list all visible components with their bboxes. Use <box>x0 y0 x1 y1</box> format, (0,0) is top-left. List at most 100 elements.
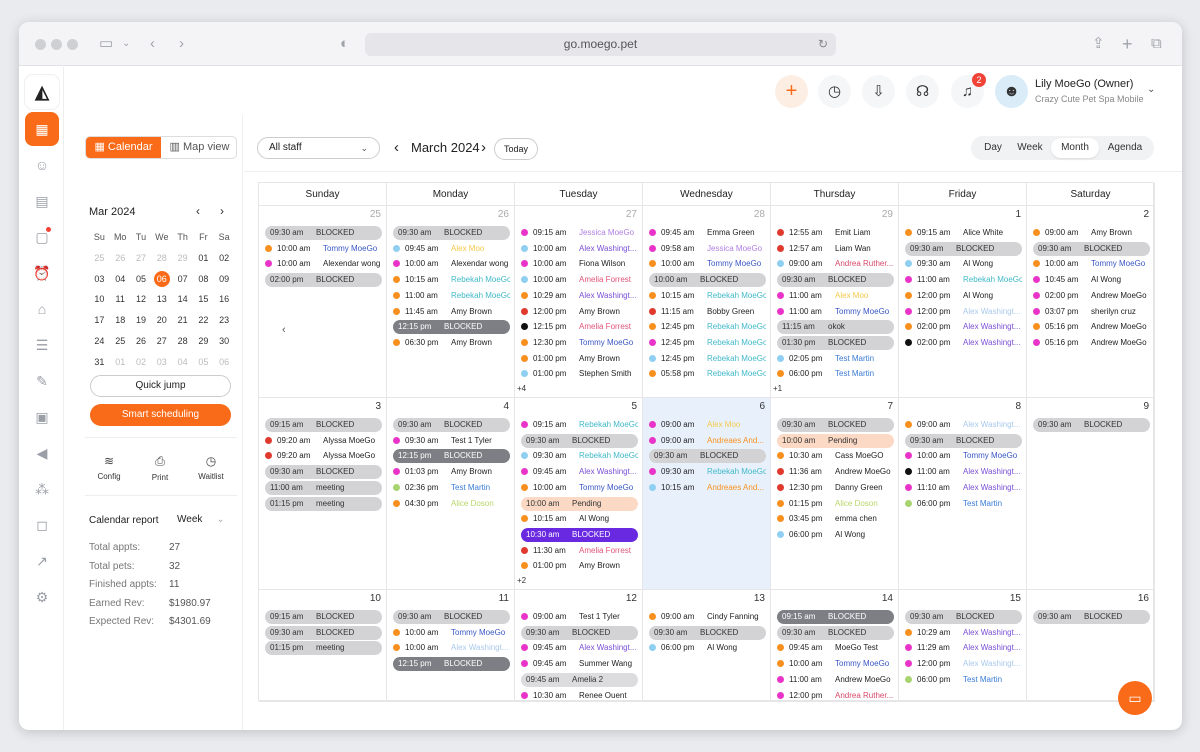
appointment-item[interactable]: 09:30 am Rebekah MoeGo <box>649 465 766 479</box>
share-icon[interactable]: ⇪ <box>1092 35 1105 53</box>
blocked-time[interactable]: 09:30 am BLOCKED <box>393 610 510 624</box>
reminders-nav-icon[interactable]: ⏰ <box>25 256 59 290</box>
mini-day[interactable]: 17 <box>89 310 110 331</box>
appointment-item[interactable]: 10:45 am Al Wong <box>1033 273 1150 287</box>
mini-day[interactable]: 28 <box>172 331 193 352</box>
mini-day[interactable]: 29 <box>172 248 193 269</box>
blocked-time[interactable]: 09:30 am BLOCKED <box>777 418 894 432</box>
day-cell[interactable]: 27 09:15 am Jessica MoeGo 10:00 am Alex Wash… <box>515 206 643 398</box>
mini-day[interactable]: 06 <box>214 352 235 373</box>
mini-day[interactable]: 25 <box>110 331 131 352</box>
appointment-item[interactable]: 10:00 am Tommy MoeGo <box>905 449 1022 463</box>
mini-day[interactable]: 31 <box>89 352 110 373</box>
appointment-item[interactable]: 12:55 am Emit Liam <box>777 226 894 240</box>
mini-day[interactable]: 15 <box>193 289 214 310</box>
moego-logo[interactable]: ◭ <box>25 75 59 109</box>
mini-day[interactable]: 13 <box>151 289 172 310</box>
sidebar-toggle-icon[interactable]: ▭ <box>99 35 113 53</box>
mini-day[interactable]: 04 <box>110 269 131 290</box>
clients-nav-icon[interactable]: ☺ <box>25 148 59 182</box>
minimize-window-dot[interactable] <box>51 39 62 50</box>
day-cell[interactable]: 5 09:15 am Rebekah MoeGo 09:30 am BLOCKED 09:… <box>515 398 643 590</box>
mini-day[interactable]: 21 <box>172 310 193 331</box>
day-cell[interactable]: 1 09:15 am Alice White 09:30 am BLOCKED 09:30… <box>899 206 1027 398</box>
appointment-item[interactable]: 10:00 am Alex Washingt... <box>393 641 510 655</box>
appointment-item[interactable]: 11:00 am Alex Moo <box>777 289 894 303</box>
maximize-window-dot[interactable] <box>67 39 78 50</box>
appointment-item[interactable]: 12:45 pm Rebekah MoeGo <box>649 336 766 350</box>
blocked-time[interactable]: 09:30 am BLOCKED <box>265 625 382 640</box>
appointment-item[interactable]: 10:15 am Al Wong <box>521 512 638 526</box>
appointment-item[interactable]: 06:00 pm Al Wong <box>649 641 766 655</box>
close-window-dot[interactable] <box>35 39 46 50</box>
mini-day[interactable]: 04 <box>172 352 193 373</box>
appointment-item[interactable]: 09:00 am Alex Washingt... <box>905 418 1022 432</box>
view-week[interactable]: Week <box>1011 138 1049 158</box>
appointment-item[interactable]: 11:36 am Andrew MoeGo <box>777 465 894 479</box>
reports-nav-icon[interactable]: ↗ <box>25 544 59 578</box>
appointment-item[interactable]: 12:57 am Liam Wan <box>777 242 894 256</box>
day-cell[interactable]: 11 09:30 am BLOCKED 10:00 am Tommy MoeGo 10:0… <box>387 590 515 702</box>
appointment-item[interactable]: 09:30 am Rebekah MoeGo <box>521 449 638 463</box>
appointment-item[interactable]: 11:00 am Andrew MoeGo <box>777 673 894 687</box>
mini-day[interactable]: 05 <box>131 269 152 290</box>
mini-day[interactable]: 01 <box>193 248 214 269</box>
mini-day[interactable]: 02 <box>131 352 152 373</box>
mini-day[interactable]: 27 <box>151 331 172 352</box>
appointment-item[interactable]: 09:15 am Jessica MoeGo <box>521 226 638 240</box>
day-cell[interactable]: 12 09:00 am Test 1 Tyler 09:30 am BLOCKED 09:… <box>515 590 643 702</box>
view-day[interactable]: Day <box>975 138 1011 158</box>
appointment-item[interactable]: 09:45 am MoeGo Test <box>777 641 894 655</box>
day-cell[interactable]: 29 12:55 am Emit Liam 12:57 am Liam Wan 09:00… <box>771 206 899 398</box>
blocked-time[interactable]: 10:30 am BLOCKED <box>521 527 638 542</box>
appointment-item[interactable]: 10:00 am Tommy MoeGo <box>1033 257 1150 271</box>
appointment-item[interactable]: 10:00 am Tommy MoeGo <box>521 481 638 495</box>
back-icon[interactable]: ‹ <box>150 35 155 53</box>
mini-day[interactable]: 23 <box>214 310 235 331</box>
map-view-tab[interactable]: ▥ Map view <box>162 137 236 158</box>
appointment-item[interactable]: 11:30 am Amelia Forrest <box>521 544 638 558</box>
download-icon[interactable]: ⇩ <box>862 75 895 108</box>
appointment-item[interactable]: 01:00 pm Amy Brown <box>521 559 638 573</box>
smart-scheduling-button[interactable]: Smart scheduling <box>90 404 231 426</box>
appointment-item[interactable]: 10:00 am Tommy MoeGo <box>649 257 766 271</box>
appointment-item[interactable]: 02:36 pm Test Martin <box>393 481 510 495</box>
appointment-item[interactable]: 06:00 pm Al Wong <box>777 528 894 542</box>
appointment-item[interactable]: 12:00 pm Al Wong <box>905 289 1022 303</box>
day-cell[interactable]: 3 09:15 am BLOCKED 09:20 am Alyssa MoeGo 09:2… <box>259 398 387 590</box>
appointment-item[interactable]: 11:29 am Alex Washingt... <box>905 641 1022 655</box>
appointment-item[interactable]: 12:00 pm Andrea Ruther... <box>777 689 894 702</box>
blocked-time[interactable]: 09:30 am BLOCKED <box>905 610 1022 624</box>
appointment-item[interactable]: 02:05 pm Test Martin <box>777 352 894 366</box>
appointment-item[interactable]: 11:00 am Rebekah MoeGo <box>905 273 1022 287</box>
day-cell[interactable]: 26 09:30 am BLOCKED 09:45 am Alex Moo 10:00 a… <box>387 206 515 398</box>
mini-day[interactable]: 06 <box>153 270 170 287</box>
appointment-item[interactable]: 09:20 am Alyssa MoeGo <box>265 449 382 463</box>
day-cell[interactable]: 10 09:15 am BLOCKED 09:30 am BLOCKED 01:15 pm… <box>259 590 387 702</box>
appointment-item[interactable]: 10:29 am Alex Washingt... <box>905 626 1022 640</box>
address-bar[interactable]: go.moego.pet ↻ <box>365 33 836 56</box>
appointment-item[interactable]: 10:00 am Alex Washingt... <box>521 242 638 256</box>
blocked-time[interactable]: 09:30 am BLOCKED <box>521 625 638 640</box>
blocked-time[interactable]: 09:30 am BLOCKED <box>649 449 766 464</box>
blocked-time[interactable]: 02:00 pm BLOCKED <box>265 273 382 288</box>
print-button[interactable]: ⎙ Print <box>140 454 180 482</box>
appointment-item[interactable]: 03:45 pm emma chen <box>777 512 894 526</box>
appointment-item[interactable]: 10:15 am Andreaes And... <box>649 481 766 495</box>
blocked-time[interactable]: 10:00 am Pending <box>521 496 638 511</box>
blocked-time[interactable]: 01:30 pm BLOCKED <box>777 335 894 350</box>
appointment-item[interactable]: 09:45 am Summer Wang <box>521 657 638 671</box>
day-cell[interactable]: 4 09:30 am BLOCKED 09:30 am Test 1 Tyler 12:1… <box>387 398 515 590</box>
blocked-time[interactable]: 09:30 am BLOCKED <box>393 418 510 432</box>
appointment-item[interactable]: 09:00 am Alex Moo <box>649 418 766 432</box>
blocked-time[interactable]: 09:30 am BLOCKED <box>521 433 638 448</box>
calendar-nav-icon[interactable]: ▦ <box>25 112 59 146</box>
appointment-item[interactable]: 09:15 am Rebekah MoeGo <box>521 418 638 432</box>
appointment-item[interactable]: 12:30 pm Danny Green <box>777 481 894 495</box>
team-nav-icon[interactable]: ⁂ <box>25 472 59 506</box>
appointment-item[interactable]: 04:30 pm Alice Doson <box>393 497 510 511</box>
appointment-item[interactable]: 09:00 am Amy Brown <box>1033 226 1150 240</box>
appointment-item[interactable]: 10:30 am Cass MoeGO <box>777 449 894 463</box>
day-cell[interactable]: 14 09:15 am BLOCKED 09:30 am BLOCKED 09:45 am… <box>771 590 899 702</box>
quick-jump-button[interactable]: Quick jump <box>90 375 231 397</box>
